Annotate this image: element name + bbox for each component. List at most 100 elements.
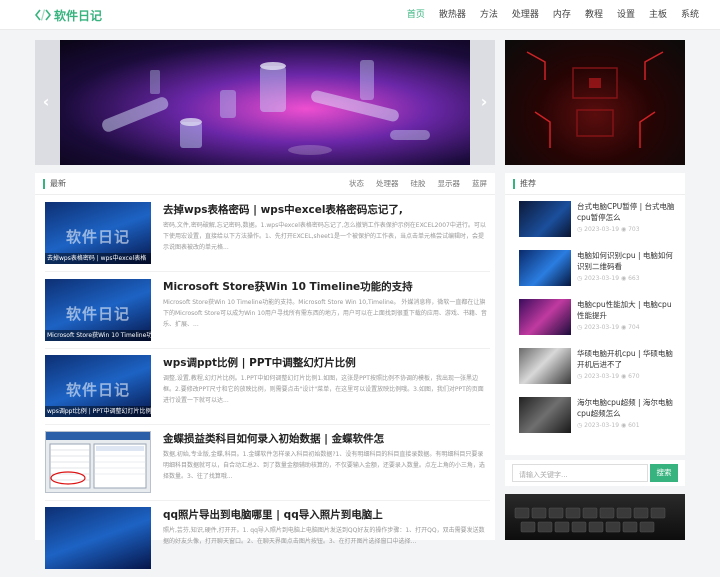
recommend-date: 2023-03-19 <box>584 226 620 233</box>
recommend-thumbnail[interactable] <box>519 201 571 237</box>
site-name: 软件日记 <box>54 8 103 23</box>
search-button[interactable]: 搜索 <box>650 464 678 482</box>
recommend-meta: ◷ 2023-03-19 ◉ 703 <box>577 226 640 233</box>
recommend-meta: ◷ 2023-03-19 ◉ 704 <box>577 324 640 331</box>
red-led-graphic <box>526 51 664 148</box>
recommend-views: 670 <box>628 373 640 380</box>
post-thumbnail[interactable] <box>45 507 151 569</box>
post-thumbnail[interactable] <box>45 431 151 493</box>
search-box: 请输入关键字... 搜索 <box>505 460 685 486</box>
recommend-meta: ◷ 2023-03-19 ◉ 601 <box>577 422 640 429</box>
post-excerpt: 数据,初始,专业版,金蝶,科目。1.金蝶软件怎样录入科目初始数据?1、没有明细科… <box>163 451 485 480</box>
post-title[interactable]: 去掉wps表格密码 | wps中excel表格密码忘记了, <box>163 202 403 217</box>
hero-slider[interactable]: ‹ › <box>35 40 495 165</box>
recommend-date: 2023-03-19 <box>584 422 620 429</box>
recommend-views: 601 <box>628 422 640 429</box>
recommend-title[interactable]: 电脑cpu性能加大 | 电脑cpu性能提升 <box>577 299 677 322</box>
thumbnail-watermark: 软件日记 <box>65 305 130 323</box>
recommend-title[interactable]: 华硕电脑开机cpu | 华硕电脑开机后进不了 <box>577 348 677 371</box>
accent-bar <box>513 179 515 189</box>
recommend-meta: ◷ 2023-03-19 ◉ 663 <box>577 275 640 282</box>
nav-motherboard[interactable]: 主板 <box>642 0 674 30</box>
recommend-date: 2023-03-19 <box>584 324 620 331</box>
tag-link[interactable]: 状态 <box>349 178 364 189</box>
post-item[interactable]: qq照片导出到电脑哪里 | qq导入照片到电脑上 照片,芸芬,知识,硬件,打开开… <box>45 507 490 577</box>
keyboard-graphic <box>514 507 666 533</box>
latest-heading: 最新 <box>50 179 66 188</box>
recommend-views: 703 <box>628 226 640 233</box>
recommend-section: 推荐 台式电脑CPU暂停 | 台式电脑cpu暂停怎么 ◷ 2023-03-19 … <box>505 173 685 455</box>
site-logo[interactable]: 软件日记 <box>35 6 102 24</box>
tag-link[interactable]: 处理器 <box>376 178 399 189</box>
post-title[interactable]: qq照片导出到电脑哪里 | qq导入照片到电脑上 <box>163 507 383 522</box>
thumbnail-caption: wps调ppt比例 | PPT中调整幻灯片比例 <box>45 406 151 417</box>
recommend-item[interactable]: 电脑如何识别cpu | 电脑如何识别二维码看 ◷ 2023-03-19 ◉ 66… <box>519 250 679 292</box>
recommend-date: 2023-03-19 <box>584 275 620 282</box>
code-icon <box>35 9 51 21</box>
main-nav: 首页 散热器 方法 处理器 内存 教程 设置 主板 系统 <box>400 0 706 30</box>
post-excerpt: 调整,设置,教程,幻灯片比例。1.PPT中如何调整幻灯片比例1.如图，这张是PP… <box>163 375 484 404</box>
nav-settings[interactable]: 设置 <box>610 0 642 30</box>
recommend-item[interactable]: 海尔电脑cpu超频 | 海尔电脑cpu超频怎么 ◷ 2023-03-19 ◉ 6… <box>519 397 679 439</box>
slider-next-icon[interactable]: › <box>476 92 492 112</box>
recommend-thumbnail[interactable] <box>519 250 571 286</box>
nav-methods[interactable]: 方法 <box>473 0 505 30</box>
recommend-heading: 推荐 <box>520 179 536 188</box>
spreadsheet-screenshot-graphic <box>46 432 150 489</box>
post-thumbnail[interactable]: 软件日记 wps调ppt比例 | PPT中调整幻灯片比例 <box>45 355 151 417</box>
recommend-item[interactable]: 台式电脑CPU暂停 | 台式电脑cpu暂停怎么 ◷ 2023-03-19 ◉ 7… <box>519 201 679 243</box>
recommend-title[interactable]: 海尔电脑cpu超频 | 海尔电脑cpu超频怎么 <box>577 397 677 420</box>
featured-image[interactable] <box>505 40 685 165</box>
post-item[interactable]: 软件日记 wps调ppt比例 | PPT中调整幻灯片比例 wps调ppt比例 |… <box>45 355 490 425</box>
divider <box>45 424 490 425</box>
recommend-thumbnail[interactable] <box>519 299 571 335</box>
post-item[interactable]: 软件日记 Microsoft Store获Win 10 Timeline功 Mi… <box>45 279 490 349</box>
thumbnail-caption: 去掉wps表格密码 | wps中excel表格 <box>45 253 151 264</box>
tag-filter: 状态 处理器 硅胶 显示器 蓝屏 <box>349 178 487 189</box>
recommend-title[interactable]: 电脑如何识别cpu | 电脑如何识别二维码看 <box>577 250 677 273</box>
nav-cooler[interactable]: 散热器 <box>432 0 473 30</box>
divider <box>45 271 490 272</box>
nav-home[interactable]: 首页 <box>400 0 432 30</box>
search-input[interactable]: 请输入关键字... <box>512 464 648 482</box>
hero-slide-image[interactable] <box>60 40 470 165</box>
recommend-views: 704 <box>628 324 640 331</box>
post-title[interactable]: Microsoft Store获Win 10 Timeline功能的支持 <box>163 279 413 294</box>
thumbnail-watermark: 软件日记 <box>65 228 130 246</box>
nav-processor[interactable]: 处理器 <box>505 0 546 30</box>
post-item[interactable]: 金蝶损益类科目如何录入初始数据 | 金蝶软件怎 数据,初始,专业版,金蝶,科目。… <box>45 431 490 501</box>
post-excerpt: 照片,芸芬,知识,硬件,打开开。1. qq导入照片到电脑上电脑图片发送到QQ好友… <box>163 527 485 545</box>
tag-link[interactable]: 硅胶 <box>411 178 426 189</box>
thumbnail-caption: Microsoft Store获Win 10 Timeline功 <box>45 330 151 341</box>
post-item[interactable]: 软件日记 去掉wps表格密码 | wps中excel表格 去掉wps表格密码 |… <box>45 202 490 272</box>
recommend-meta: ◷ 2023-03-19 ◉ 670 <box>577 373 640 380</box>
site-header: 软件日记 首页 散热器 方法 处理器 内存 教程 设置 主板 系统 <box>0 0 720 30</box>
post-title[interactable]: 金蝶损益类科目如何录入初始数据 | 金蝶软件怎 <box>163 431 384 446</box>
tag-link[interactable]: 蓝屏 <box>472 178 487 189</box>
recommend-views: 663 <box>628 275 640 282</box>
divider <box>45 348 490 349</box>
post-thumbnail[interactable]: 软件日记 Microsoft Store获Win 10 Timeline功 <box>45 279 151 341</box>
nav-system[interactable]: 系统 <box>674 0 706 30</box>
nav-tutorial[interactable]: 教程 <box>578 0 610 30</box>
latest-posts-section: 最新 状态 处理器 硅胶 显示器 蓝屏 软件日记 去掉wps表格密码 | wps… <box>35 173 495 569</box>
slider-prev-icon[interactable]: ‹ <box>38 92 54 112</box>
post-excerpt: 密码,文件,密码破解,忘记密码,数据。1.wps中excel表格密码忘记了,怎么… <box>163 222 486 251</box>
nav-memory[interactable]: 内存 <box>546 0 578 30</box>
recommend-date: 2023-03-19 <box>584 373 620 380</box>
latest-header: 最新 状态 处理器 硅胶 显示器 蓝屏 <box>35 173 495 195</box>
post-thumbnail[interactable]: 软件日记 去掉wps表格密码 | wps中excel表格 <box>45 202 151 264</box>
post-excerpt: Microsoft Store获Win 10 Timeline功能的支持。Mic… <box>163 299 487 328</box>
recommend-thumbnail[interactable] <box>519 348 571 384</box>
divider <box>45 500 490 501</box>
recommend-thumbnail[interactable] <box>519 397 571 433</box>
accent-bar <box>43 179 45 189</box>
recommend-item[interactable]: 电脑cpu性能加大 | 电脑cpu性能提升 ◷ 2023-03-19 ◉ 704 <box>519 299 679 341</box>
sidebar-banner-image[interactable] <box>505 494 685 540</box>
recommend-header: 推荐 <box>505 173 685 195</box>
recommend-item[interactable]: 华硕电脑开机cpu | 华硕电脑开机后进不了 ◷ 2023-03-19 ◉ 67… <box>519 348 679 390</box>
post-title[interactable]: wps调ppt比例 | PPT中调整幻灯片比例 <box>163 355 356 370</box>
thumbnail-watermark: 软件日记 <box>65 381 130 399</box>
recommend-title[interactable]: 台式电脑CPU暂停 | 台式电脑cpu暂停怎么 <box>577 201 677 224</box>
tag-link[interactable]: 显示器 <box>438 178 461 189</box>
